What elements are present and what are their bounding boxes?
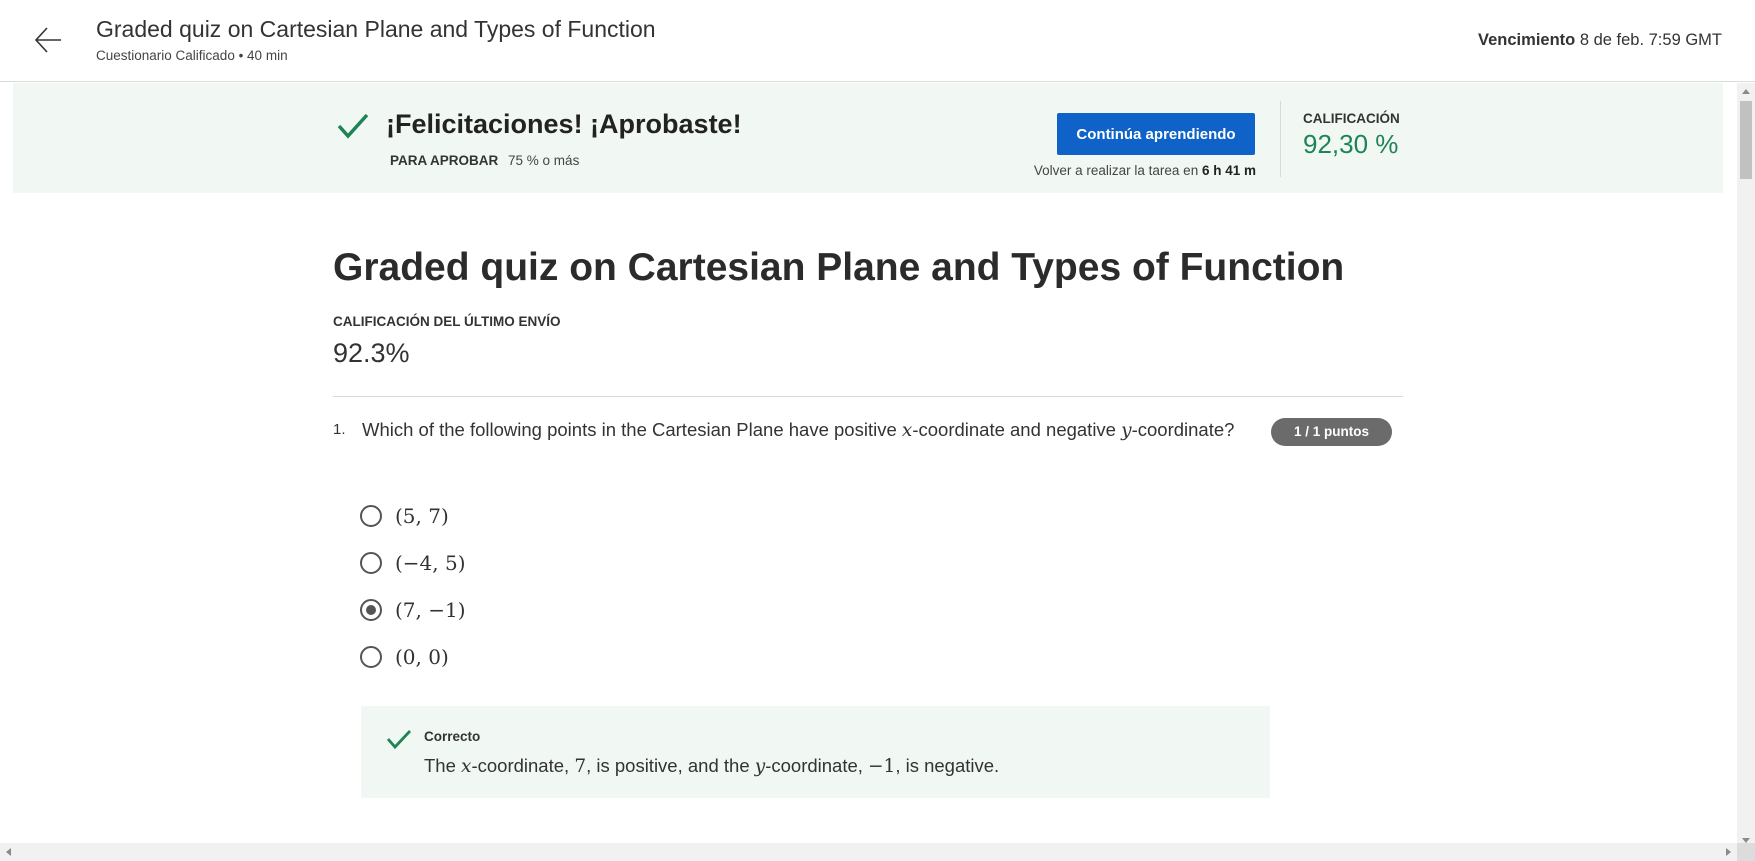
retake-time: 6 h 41 m [1201, 163, 1256, 178]
continue-learning-button[interactable]: Continúa aprendiendo [1057, 113, 1255, 155]
option-label: (0, 0) [395, 645, 449, 669]
due-date: Vencimiento 8 de feb. 7:59 GMT [1478, 31, 1722, 50]
last-submission-value: 92.3% [333, 338, 410, 368]
due-label: Vencimiento [1478, 31, 1576, 49]
pass-requirement: PARA APROBAR 75 % o más [390, 153, 579, 168]
pass-value: 75 % o más [508, 153, 580, 168]
retake-prefix: Volver a realizar la tarea en [1033, 163, 1199, 178]
points-badge: 1 / 1 puntos [1271, 418, 1392, 446]
radio-button[interactable] [360, 552, 382, 574]
header-title: Graded quiz on Cartesian Plane and Types… [96, 16, 656, 42]
banner-divider [1280, 101, 1281, 177]
page-title: Graded quiz on Cartesian Plane and Types… [333, 246, 1345, 289]
pass-label: PARA APROBAR [390, 153, 499, 168]
option-label: (7, −1) [395, 598, 466, 622]
answer-option[interactable]: (5, 7) [360, 503, 449, 529]
scrollbar-corner [1737, 843, 1755, 861]
result-title: ¡Felicitaciones! ¡Aprobaste! [386, 109, 742, 139]
option-label: (5, 7) [395, 504, 449, 528]
option-label: (−4, 5) [395, 551, 466, 575]
feedback-title: Correcto [424, 729, 481, 744]
content-divider [333, 396, 1403, 397]
retake-info: Volver a realizar la tarea en 6 h 41 m [1034, 163, 1256, 178]
grade-label: CALIFICACIÓN [1303, 111, 1400, 126]
last-submission-label: CALIFICACIÓN DEL ÚLTIMO ENVÍO [333, 314, 561, 329]
arrow-left-icon [34, 27, 61, 53]
scroll-right-arrow-icon[interactable] [1726, 848, 1731, 856]
radio-button-selected[interactable] [360, 599, 382, 621]
scroll-left-arrow-icon[interactable] [6, 848, 11, 856]
radio-button[interactable] [360, 646, 382, 668]
scrollbar-thumb[interactable] [1740, 101, 1752, 179]
question-number: 1. [333, 421, 346, 438]
back-button[interactable] [30, 22, 66, 58]
header-subtitle: Cuestionario Calificado • 40 min [96, 48, 288, 63]
radio-button[interactable] [360, 505, 382, 527]
check-icon [386, 730, 412, 750]
vertical-scrollbar[interactable] [1737, 83, 1755, 843]
answer-option[interactable]: (7, −1) [360, 597, 466, 623]
grade-value: 92,30 % [1303, 129, 1399, 159]
due-value: 8 de feb. 7:59 GMT [1579, 31, 1722, 49]
answer-option[interactable]: (−4, 5) [360, 550, 466, 576]
horizontal-scrollbar[interactable] [0, 843, 1737, 861]
result-banner: ¡Felicitaciones! ¡Aprobaste! PARA APROBA… [13, 83, 1723, 193]
feedback-text: The x-coordinate, 7, is positive, and th… [424, 755, 1000, 777]
question-text: Which of the following points in the Car… [362, 419, 1235, 441]
top-header: Graded quiz on Cartesian Plane and Types… [0, 0, 1755, 82]
answer-option[interactable]: (0, 0) [360, 644, 449, 670]
scroll-up-arrow-icon[interactable] [1742, 89, 1750, 94]
feedback-box: Correcto The x-coordinate, 7, is positiv… [361, 706, 1270, 798]
check-icon [337, 113, 369, 139]
